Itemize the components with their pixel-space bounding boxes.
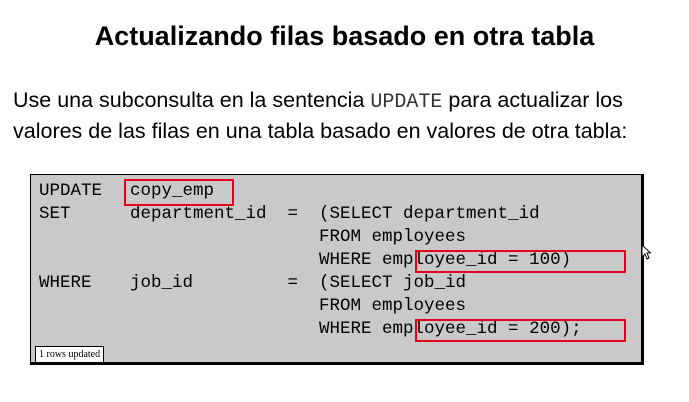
code-subquery-from-1: FROM employees: [130, 227, 467, 247]
mouse-pointer-icon: [641, 244, 651, 260]
update-keyword: UPDATE: [370, 91, 443, 114]
code-subquery-where-2: WHERE employee_id = 200);: [130, 319, 582, 339]
sql-code-block: UPDATE copy_emp SET department_id = (SEL…: [30, 174, 644, 365]
slide-title: Actualizando filas basado en otra tabla: [94, 21, 595, 51]
code-keyword-set: SET: [39, 204, 71, 224]
code-table-name: copy_emp: [130, 181, 215, 201]
code-subquery-where-1: WHERE employee_id = 100): [130, 250, 572, 270]
code-keyword-update: UPDATE: [39, 181, 103, 201]
code-where-clause: job_id = (SELECT job_id: [130, 273, 467, 293]
code-keyword-where: WHERE: [39, 273, 92, 293]
code-subquery-from-2: FROM employees: [130, 296, 467, 316]
rows-updated-status: 1 rows updated: [35, 346, 105, 363]
intro-text-start: Use una subconsulta en la sentencia: [13, 88, 371, 112]
code-set-clause: department_id = (SELECT department_id: [130, 204, 540, 224]
intro-paragraph: Use una subconsulta en la sentencia UPDA…: [13, 86, 683, 146]
